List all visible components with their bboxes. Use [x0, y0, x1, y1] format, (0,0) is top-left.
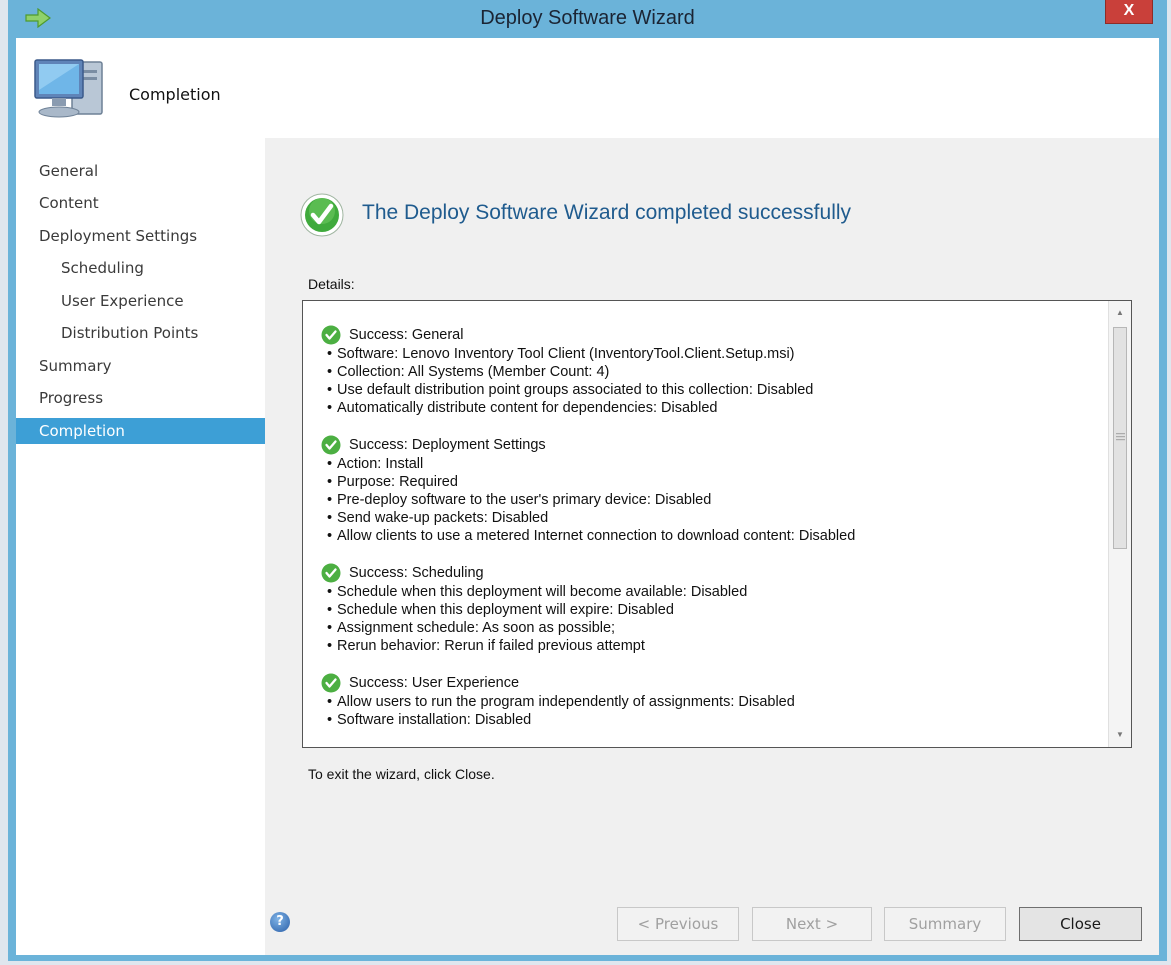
page-title: Completion: [129, 85, 221, 104]
details-label: Details:: [308, 276, 355, 292]
details-scrollbar[interactable]: ▲ ― ― ― ▼: [1108, 301, 1131, 747]
success-check-icon: [321, 325, 341, 345]
completion-headline: The Deploy Software Wizard completed suc…: [362, 201, 852, 224]
nav-item-user-experience[interactable]: User Experience: [16, 288, 265, 314]
section-heading: Success: User Experience: [349, 675, 520, 691]
list-item: Pre-deploy software to the user's primar…: [321, 491, 1107, 509]
nav-item-scheduling[interactable]: Scheduling: [16, 255, 265, 281]
close-button[interactable]: Close: [1019, 907, 1142, 941]
window-close-button[interactable]: X: [1105, 0, 1153, 24]
details-section-user-experience: Success: User Experience Allow users to …: [321, 673, 1107, 729]
next-button[interactable]: Next >: [752, 907, 872, 941]
list-item: Action: Install: [321, 455, 1107, 473]
details-section-deployment-settings: Success: Deployment Settings Action: Ins…: [321, 435, 1107, 545]
list-item: Software installation: Disabled: [321, 711, 1107, 729]
exit-instructions: To exit the wizard, click Close.: [308, 766, 495, 782]
window-title: Deploy Software Wizard: [480, 7, 695, 29]
list-item: Collection: All Systems (Member Count: 4…: [321, 363, 1107, 381]
grip-icon: ― ― ―: [1116, 428, 1125, 444]
wizard-window: Deploy Software Wizard X Completion Gene…: [8, 0, 1167, 961]
wizard-main: The Deploy Software Wizard completed suc…: [265, 138, 1159, 955]
success-check-icon: [321, 435, 341, 455]
nav-item-distribution-points[interactable]: Distribution Points: [16, 320, 265, 346]
list-item: Purpose: Required: [321, 473, 1107, 491]
list-item: Use default distribution point groups as…: [321, 381, 1107, 399]
title-bar[interactable]: Deploy Software Wizard X: [8, 0, 1167, 40]
help-icon[interactable]: ?: [270, 912, 290, 932]
nav-item-completion[interactable]: Completion: [16, 418, 265, 444]
list-item: Rerun behavior: Rerun if failed previous…: [321, 637, 1107, 655]
list-item: Schedule when this deployment will becom…: [321, 583, 1107, 601]
scrollbar-thumb[interactable]: ― ― ―: [1113, 327, 1127, 549]
summary-button[interactable]: Summary: [884, 907, 1006, 941]
nav-item-progress[interactable]: Progress: [16, 385, 265, 411]
list-item: Assignment schedule: As soon as possible…: [321, 619, 1107, 637]
nav-item-deployment-settings[interactable]: Deployment Settings: [16, 223, 265, 249]
details-section-general: Success: General Software: Lenovo Invent…: [321, 325, 1107, 417]
list-item: Automatically distribute content for dep…: [321, 399, 1107, 417]
computer-icon: [34, 59, 103, 118]
details-section-scheduling: Success: Scheduling Schedule when this d…: [321, 563, 1107, 655]
wizard-client-area: Completion General Content Deployment Se…: [16, 38, 1159, 955]
section-heading: Success: Deployment Settings: [349, 437, 546, 453]
wizard-nav: General Content Deployment Settings Sche…: [16, 138, 265, 955]
section-heading: Success: Scheduling: [349, 565, 484, 581]
list-item: Allow users to run the program independe…: [321, 693, 1107, 711]
success-check-icon: [321, 563, 341, 583]
success-check-icon: [321, 673, 341, 693]
wizard-banner: Completion: [16, 38, 1159, 138]
list-item: Allow clients to use a metered Internet …: [321, 527, 1107, 545]
previous-button[interactable]: < Previous: [617, 907, 739, 941]
nav-item-general[interactable]: General: [16, 158, 265, 184]
success-check-icon: [300, 193, 344, 237]
scroll-up-arrow-icon[interactable]: ▲: [1109, 303, 1131, 323]
scroll-down-arrow-icon[interactable]: ▼: [1109, 725, 1131, 745]
nav-item-content[interactable]: Content: [16, 190, 265, 216]
details-content: Success: General Software: Lenovo Invent…: [321, 325, 1107, 747]
list-item: Send wake-up packets: Disabled: [321, 509, 1107, 527]
list-item: Software: Lenovo Inventory Tool Client (…: [321, 345, 1107, 363]
nav-item-summary[interactable]: Summary: [16, 353, 265, 379]
section-heading: Success: General: [349, 327, 464, 343]
details-box[interactable]: Success: General Software: Lenovo Invent…: [302, 300, 1132, 748]
list-item: Schedule when this deployment will expir…: [321, 601, 1107, 619]
